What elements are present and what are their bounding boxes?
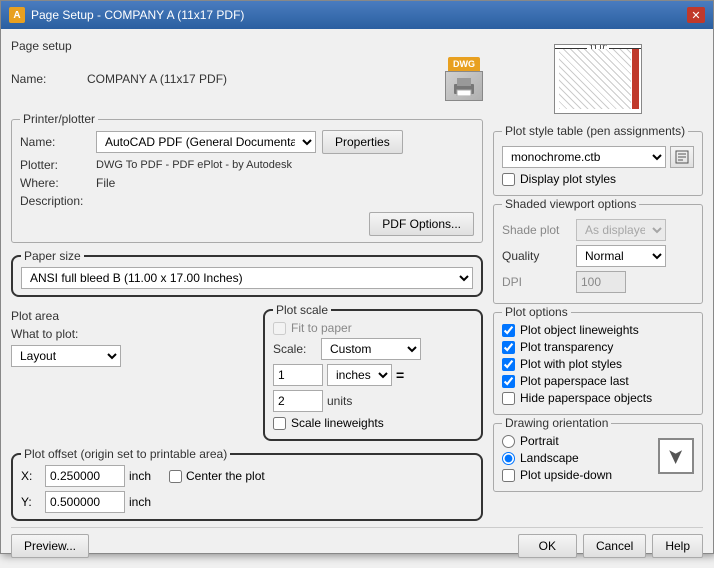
plot-paperspace-last-label: Plot paperspace last (520, 374, 629, 388)
paper-preview: 11.0″ 17.0″ (548, 39, 648, 119)
x-unit: inch (129, 469, 151, 483)
drawing-orientation-label: Drawing orientation (502, 416, 611, 430)
printer-svg (452, 76, 476, 96)
page-setup-name-value: COMPANY A (11x17 PDF) (87, 72, 429, 86)
display-plot-styles-checkbox[interactable] (502, 173, 515, 186)
center-plot-label: Center the plot (186, 469, 265, 483)
plot-object-lineweights-label: Plot object lineweights (520, 323, 639, 337)
plotter-value: DWG To PDF - PDF ePlot - by Autodesk (96, 159, 292, 171)
portrait-label: Portrait (520, 434, 559, 448)
scale-select[interactable]: Custom (321, 338, 421, 360)
pdf-options-button[interactable]: PDF Options... (369, 212, 474, 236)
cancel-button[interactable]: Cancel (583, 534, 646, 558)
scale-equals: = (396, 367, 404, 383)
orientation-arrow: ➤ (666, 448, 687, 463)
dpi-input[interactable] (576, 271, 626, 293)
quality-label: Quality (502, 249, 570, 263)
paper-size-label: Paper size (21, 249, 84, 263)
shade-plot-label: Shade plot (502, 223, 570, 237)
plot-style-select[interactable]: monochrome.ctb (502, 146, 666, 168)
scale-unit2: units (327, 394, 352, 408)
dpi-label: DPI (502, 275, 570, 289)
scale-value1-input[interactable] (273, 364, 323, 386)
plot-style-table-button[interactable] (670, 146, 694, 168)
shade-plot-select[interactable]: As displayed (576, 219, 666, 241)
upside-down-label: Plot upside-down (520, 468, 612, 482)
plot-transparency-checkbox[interactable] (502, 341, 515, 354)
x-label: X: (21, 469, 41, 483)
landscape-radio[interactable] (502, 452, 515, 465)
what-to-plot-label: What to plot: (11, 327, 91, 341)
printer-section-label: Printer/plotter (20, 112, 98, 126)
where-label: Where: (20, 176, 90, 190)
plot-style-table-label: Plot style table (pen assignments) (502, 124, 688, 138)
plot-with-plot-styles-label: Plot with plot styles (520, 357, 622, 371)
printer-name-select[interactable]: AutoCAD PDF (General Documentation).p (96, 131, 316, 153)
plot-transparency-label: Plot transparency (520, 340, 613, 354)
scale-value2-input[interactable] (273, 390, 323, 412)
plot-options-label: Plot options (502, 305, 571, 319)
orientation-icon: ➤ (658, 438, 694, 474)
page-setup-label: Page setup (11, 39, 483, 53)
where-value: File (96, 176, 115, 190)
app-icon: A (9, 7, 25, 23)
shaded-viewport-label: Shaded viewport options (502, 197, 639, 211)
landscape-label: Landscape (520, 451, 579, 465)
plot-offset-label: Plot offset (origin set to printable are… (21, 447, 230, 461)
portrait-radio[interactable] (502, 435, 515, 448)
preview-button[interactable]: Preview... (11, 534, 89, 558)
close-button[interactable]: ✕ (687, 7, 705, 23)
y-input[interactable] (45, 491, 125, 513)
upside-down-checkbox[interactable] (502, 469, 515, 482)
scale-field-label: Scale: (273, 342, 315, 356)
quality-select[interactable]: Normal (576, 245, 666, 267)
name-label: Name: (11, 72, 81, 86)
dwg-badge: DWG (448, 57, 480, 71)
x-input[interactable] (45, 465, 125, 487)
properties-button[interactable]: Properties (322, 130, 403, 154)
ok-button[interactable]: OK (518, 534, 577, 558)
y-unit: inch (129, 495, 151, 509)
edit-icon (675, 150, 689, 164)
fit-to-paper-label: Fit to paper (291, 321, 352, 335)
plot-scale-label: Plot scale (273, 303, 331, 317)
printer-name-label: Name: (20, 135, 90, 149)
plot-area-label: Plot area (11, 309, 255, 323)
plot-with-plot-styles-checkbox[interactable] (502, 358, 515, 371)
help-button[interactable]: Help (652, 534, 703, 558)
y-label: Y: (21, 495, 41, 509)
plot-object-lineweights-checkbox[interactable] (502, 324, 515, 337)
window-title: Page Setup - COMPANY A (11x17 PDF) (31, 8, 244, 22)
hide-paperspace-objects-checkbox[interactable] (502, 392, 515, 405)
printer-icon (445, 71, 483, 101)
paper-size-select[interactable]: ANSI full bleed B (11.00 x 17.00 Inches) (21, 267, 473, 289)
what-to-plot-select[interactable]: Layout (11, 345, 121, 367)
plotter-label: Plotter: (20, 158, 90, 172)
description-label: Description: (20, 194, 90, 208)
fit-to-paper-checkbox[interactable] (273, 322, 286, 335)
scale-unit1-select[interactable]: inches (327, 364, 392, 386)
display-plot-styles-label: Display plot styles (520, 172, 616, 186)
center-plot-checkbox[interactable] (169, 470, 182, 483)
hide-paperspace-objects-label: Hide paperspace objects (520, 391, 652, 405)
scale-lineweights-label: Scale lineweights (291, 416, 384, 430)
scale-lineweights-checkbox[interactable] (273, 417, 286, 430)
title-bar: A Page Setup - COMPANY A (11x17 PDF) ✕ (1, 1, 713, 29)
plot-paperspace-last-checkbox[interactable] (502, 375, 515, 388)
